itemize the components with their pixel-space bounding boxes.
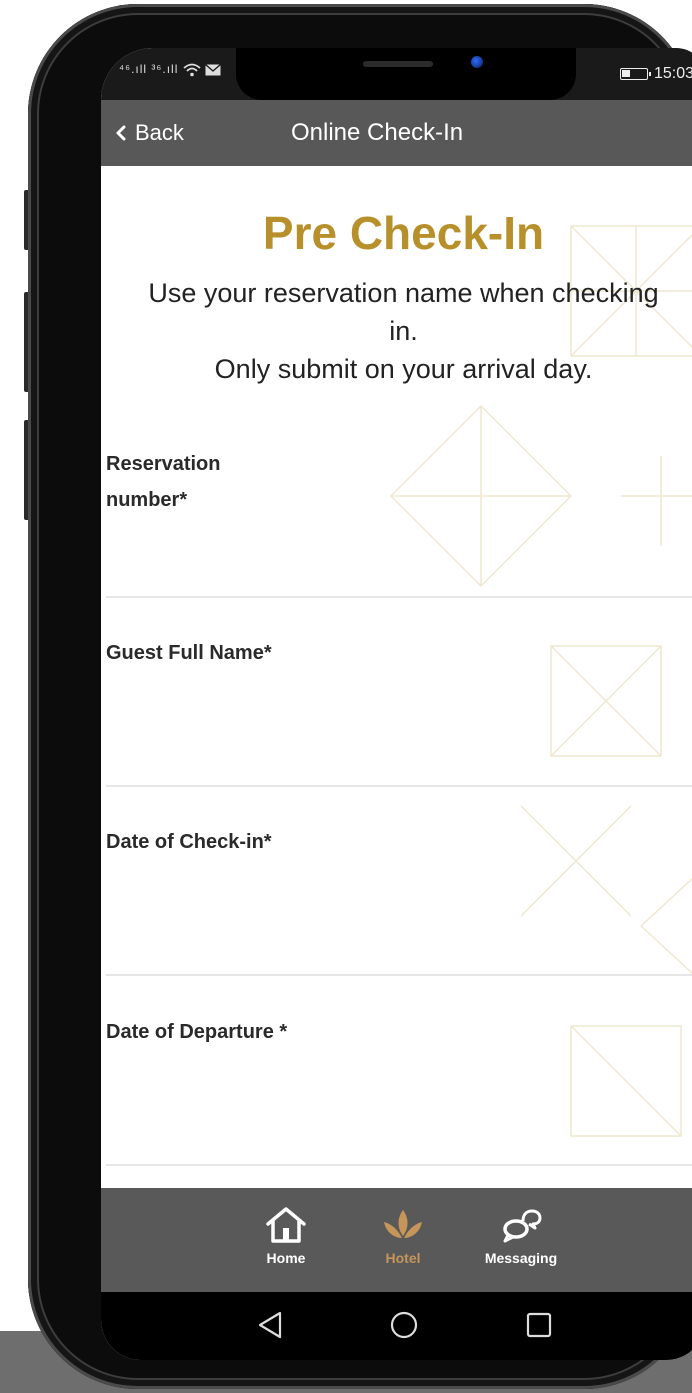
back-label: Back xyxy=(135,120,184,145)
chat-bubbles-icon xyxy=(503,1209,542,1243)
field-label-reservation-number: Reservation number* xyxy=(106,453,221,511)
mail-icon xyxy=(205,63,222,76)
wifi-icon xyxy=(183,63,201,77)
main-content[interactable]: Pre Check-In Use your reservation name w… xyxy=(101,166,692,1188)
field-divider xyxy=(106,1164,692,1166)
field-label-guest-full-name: Guest Full Name* xyxy=(106,642,272,664)
status-bar: ⁴⁶.ıll ³⁶.ıll 15:03 xyxy=(101,48,692,100)
tab-hotel-label: Hotel xyxy=(385,1250,421,1266)
tab-home[interactable]: Home xyxy=(236,1206,336,1266)
lotus-icon xyxy=(384,1210,422,1238)
field-label-check-in-date: Date of Check-in* xyxy=(106,831,272,853)
tab-messaging-label: Messaging xyxy=(484,1250,558,1266)
nav-home-icon[interactable] xyxy=(389,1310,419,1340)
field-divider xyxy=(106,596,692,598)
check-in-date-input[interactable] xyxy=(106,916,692,958)
reservation-number-input[interactable] xyxy=(106,538,692,580)
app-header: Back Online Check-In xyxy=(101,100,692,166)
status-icons-right: 15:03 xyxy=(619,65,692,83)
battery-icon xyxy=(619,68,651,80)
field-divider xyxy=(106,785,692,787)
phone-frame: ⁴⁶.ıll ³⁶.ıll 15:03 Back Online Check-In… xyxy=(28,4,692,1389)
chevron-left-icon xyxy=(116,125,126,141)
hero-subtitle: Use your reservation name when checking … xyxy=(131,274,676,388)
notch xyxy=(236,48,576,100)
phone-screen: ⁴⁶.ıll ³⁶.ıll 15:03 Back Online Check-In… xyxy=(101,48,692,1360)
system-navigation-bar xyxy=(101,1292,692,1360)
nav-back-icon[interactable] xyxy=(256,1310,284,1340)
field-label-departure-date: Date of Departure * xyxy=(106,1021,288,1043)
guest-full-name-input[interactable] xyxy=(106,727,692,769)
back-button[interactable]: Back xyxy=(115,100,184,166)
status-time: 15:03 xyxy=(653,65,692,82)
hero-title: Pre Check-In xyxy=(262,207,545,259)
hero-subtitle-line2: Only submit on your arrival day. xyxy=(214,354,593,384)
bottom-tab-bar: Home Hotel Messaging xyxy=(101,1188,692,1292)
earpiece-speaker xyxy=(363,61,433,67)
page-title: Online Check-In xyxy=(291,119,464,146)
tab-home-label: Home xyxy=(266,1250,306,1266)
tab-hotel[interactable]: Hotel xyxy=(353,1206,453,1266)
signal-icon: ⁴⁶.ıll ³⁶.ıll xyxy=(119,62,179,76)
tab-messaging[interactable]: Messaging xyxy=(471,1206,571,1266)
status-icons-left: ⁴⁶.ıll ³⁶.ıll xyxy=(119,62,222,77)
nav-recents-icon[interactable] xyxy=(525,1310,553,1340)
departure-date-input[interactable] xyxy=(106,1106,692,1148)
field-divider xyxy=(106,974,692,976)
front-camera xyxy=(471,56,483,68)
home-icon xyxy=(266,1207,306,1243)
hero-subtitle-line1: Use your reservation name when checking … xyxy=(148,278,659,346)
